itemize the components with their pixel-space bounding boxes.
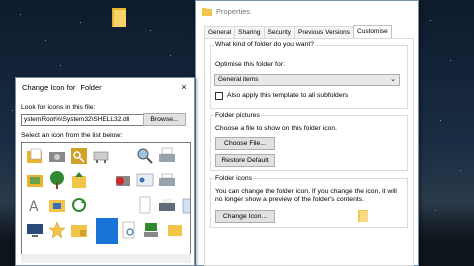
icon-list[interactable]: A (21, 142, 191, 260)
key-icon[interactable] (69, 146, 89, 166)
display-icon[interactable] (25, 220, 45, 240)
folder-lock-icon[interactable] (69, 220, 89, 240)
recycle-bin-icon[interactable] (179, 195, 191, 215)
dialog-title: Change Icon for (22, 82, 76, 92)
error-icon[interactable] (113, 170, 133, 190)
icons-desc-2: no longer show a preview of the folder's… (215, 196, 365, 203)
search-document-icon[interactable] (119, 220, 139, 240)
folder-pictures-group: Folder pictures Choose a file to show on… (210, 112, 408, 171)
window-title: Properties (216, 7, 251, 16)
horizontal-scrollbar[interactable] (21, 254, 191, 263)
optimise-select[interactable]: General items ⌄ (214, 74, 400, 86)
printer-icon[interactable] (157, 146, 177, 166)
restore-default-button[interactable]: Restore Default (215, 154, 275, 167)
folder-preview-icon (358, 210, 368, 222)
close-icon[interactable]: × (178, 81, 190, 93)
icons-header: Folder icons (214, 175, 254, 182)
pictures-header: Folder pictures (214, 112, 261, 119)
folder-blue-icon[interactable] (47, 195, 67, 215)
document-icon[interactable] (135, 195, 155, 215)
tab-bar: General Sharing Security Previous Versio… (204, 25, 392, 38)
chevron-down-icon: ⌄ (390, 76, 396, 83)
tree-icon[interactable] (47, 170, 67, 190)
folder-icon (202, 8, 212, 16)
icons-desc-1: You can change the folder icon. If you c… (215, 188, 397, 195)
network-computer-icon[interactable] (141, 220, 161, 240)
folder-small-icon[interactable] (165, 220, 185, 240)
tab-general[interactable]: General (204, 26, 236, 38)
network-drive-icon[interactable] (91, 146, 111, 166)
folder-document-icon[interactable] (25, 146, 45, 166)
optimise-group: What kind of folder do you want? Optimis… (210, 41, 408, 109)
folder-up-icon[interactable] (69, 170, 89, 190)
apply-subfolders-label: Also apply this template to all subfolde… (227, 92, 349, 99)
star-icon[interactable] (47, 220, 67, 240)
choose-file-button[interactable]: Choose File... (215, 137, 275, 150)
svg-text:A: A (29, 199, 39, 215)
customise-pane: What kind of folder do you want? Optimis… (204, 38, 414, 266)
folder-image-icon[interactable] (25, 170, 45, 190)
change-icon-dialog: Change Icon for Folder × Look for icons … (15, 77, 195, 266)
look-for-label: Look for icons in this file: (21, 104, 96, 111)
optimise-value: General items (218, 76, 259, 83)
tab-sharing[interactable]: Sharing (234, 26, 265, 38)
selected-icon[interactable] (96, 218, 118, 244)
apply-subfolders-checkbox[interactable] (215, 92, 223, 100)
optimise-label: Optimise this folder for: (215, 61, 285, 68)
icon-path-input[interactable]: ystemRoot%\System32\SHELL32.dll (21, 114, 154, 126)
tab-previous-versions[interactable]: Previous Versions (294, 26, 355, 38)
font-icon[interactable]: A (25, 195, 45, 215)
optimise-question: What kind of folder do you want? (214, 41, 315, 48)
select-icon-label: Select an icon from the list below: (21, 132, 123, 139)
tab-security[interactable]: Security (263, 26, 296, 38)
printer-fax-icon[interactable] (157, 195, 177, 215)
drive-icon[interactable] (47, 146, 67, 166)
search-icon[interactable] (135, 146, 155, 166)
contact-card-icon[interactable] (135, 170, 155, 190)
folder-icons-group: Folder icons You can change the folder i… (210, 175, 408, 228)
pictures-desc: Choose a file to show on this folder ico… (215, 125, 338, 132)
change-icon-title-bar: Change Icon for Folder (16, 78, 194, 96)
properties-dialog: Properties General Sharing Security Prev… (195, 0, 419, 266)
tab-customise[interactable]: Customise (353, 25, 392, 38)
sync-icon[interactable] (69, 195, 89, 215)
change-icon-button[interactable]: Change Icon... (215, 210, 275, 223)
dialog-title-folder: Folder (80, 82, 102, 92)
printer-icon[interactable] (157, 170, 177, 190)
desktop-folder-icon[interactable] (110, 6, 128, 28)
browse-button[interactable]: Browse... (143, 113, 186, 126)
